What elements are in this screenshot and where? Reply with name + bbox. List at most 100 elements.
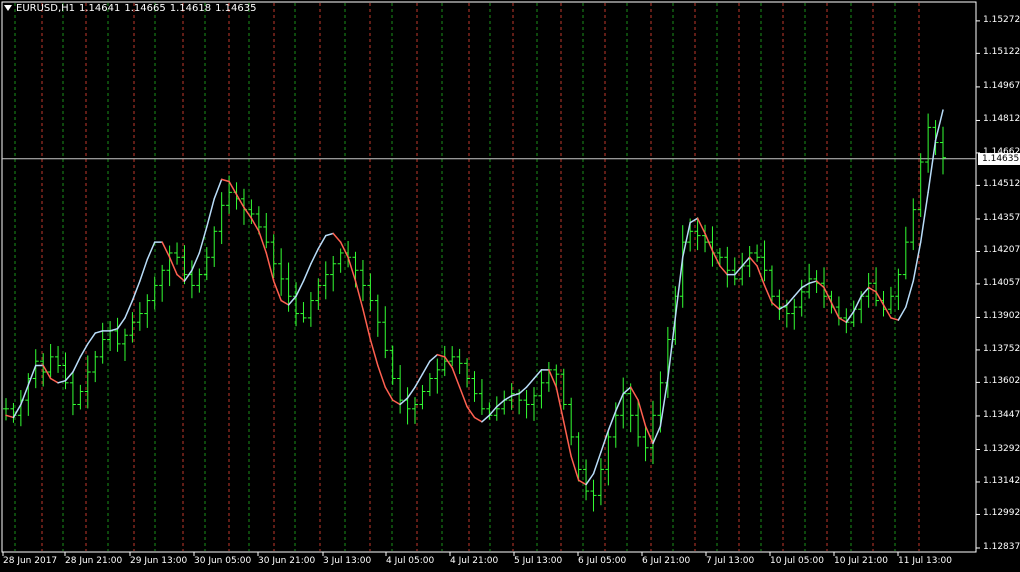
indicator-segment-up bbox=[191, 252, 201, 272]
indicator-segment-down bbox=[280, 299, 290, 306]
price-bar bbox=[382, 306, 389, 359]
indicator-segment-up bbox=[429, 353, 439, 362]
indicator-segment-up bbox=[592, 451, 602, 475]
dropdown-triangle-icon[interactable] bbox=[4, 5, 12, 11]
price-bar bbox=[114, 317, 121, 352]
x-tick-label: 10 Jul 05:00 bbox=[770, 556, 824, 566]
price-bar bbox=[620, 377, 627, 429]
price-bar bbox=[337, 248, 344, 273]
indicator-segment-up bbox=[414, 373, 424, 388]
price-bar bbox=[359, 260, 366, 302]
price-bar bbox=[449, 346, 456, 367]
indicator-segment-down bbox=[548, 369, 558, 388]
x-tick-label: 30 Jun 05:00 bbox=[194, 556, 252, 566]
indicator-segment-down bbox=[161, 241, 171, 259]
price-bar bbox=[3, 398, 9, 421]
x-tick-label: 30 Jun 21:00 bbox=[258, 556, 316, 566]
price-bar bbox=[263, 212, 270, 249]
price-bar bbox=[144, 294, 151, 328]
indicator-segment-down bbox=[250, 217, 260, 233]
indicator-segment-down bbox=[436, 353, 446, 358]
indicator-segment-down bbox=[391, 399, 401, 406]
indicator-segment-up bbox=[79, 343, 89, 358]
y-tick-label: 1.12992 bbox=[983, 508, 1020, 519]
y-tick-label: 1.13447 bbox=[983, 409, 1020, 420]
price-bar bbox=[174, 242, 181, 265]
price-bar bbox=[322, 261, 329, 300]
price-bar bbox=[426, 373, 433, 397]
indicator-segment-down bbox=[272, 280, 282, 302]
price-bar bbox=[560, 368, 567, 410]
indicator-segment-down bbox=[748, 256, 758, 267]
indicator-segment-up bbox=[652, 425, 662, 445]
indicator-segment-up bbox=[139, 258, 149, 282]
price-bar bbox=[55, 346, 62, 373]
indicator-segment-down bbox=[815, 280, 825, 289]
indicator-segment-down bbox=[444, 356, 453, 369]
indicator-segment-down bbox=[570, 455, 580, 481]
x-tick-label: 10 Jul 21:00 bbox=[834, 556, 888, 566]
indicator-segment-up bbox=[325, 232, 334, 237]
indicator-segment-down bbox=[168, 256, 178, 276]
indicator-segment-down bbox=[875, 291, 885, 306]
x-tick-label: 28 Jun 21:00 bbox=[65, 556, 123, 566]
price-bar bbox=[159, 264, 166, 302]
price-bar bbox=[568, 397, 575, 446]
indicator-segment-down bbox=[696, 217, 706, 235]
price-bar bbox=[940, 126, 946, 175]
indicator-segment-down bbox=[377, 364, 387, 388]
indicator-segment-up bbox=[667, 317, 677, 380]
indicator-segment-down bbox=[562, 421, 572, 458]
indicator-segment-up bbox=[860, 286, 870, 297]
price-bar bbox=[679, 225, 686, 308]
indicator-segment-down bbox=[243, 206, 253, 220]
indicator-segment-down bbox=[466, 405, 476, 419]
price-bar bbox=[32, 349, 39, 389]
price-bar bbox=[716, 247, 723, 267]
price-bar bbox=[47, 343, 54, 378]
indicator-segment-down bbox=[339, 241, 349, 259]
indicator-segment-up bbox=[659, 377, 669, 427]
chart-canvas[interactable] bbox=[0, 0, 1020, 572]
indicator-segment-down bbox=[258, 230, 268, 254]
price-bar bbox=[478, 379, 485, 415]
indicator-segment-down bbox=[235, 193, 245, 209]
indicator-segment-up bbox=[20, 384, 30, 406]
indicator-segment-up bbox=[912, 241, 922, 282]
indicator-segment-up bbox=[87, 332, 96, 345]
indicator-segment-up bbox=[905, 280, 915, 308]
x-tick-label: 5 Jul 13:00 bbox=[514, 556, 563, 566]
price-bar bbox=[404, 387, 411, 425]
y-tick-label: 1.14207 bbox=[983, 245, 1020, 256]
y-tick-label: 1.14357 bbox=[983, 212, 1020, 223]
indicator-segment-up bbox=[64, 371, 74, 382]
x-tick-label: 7 Jul 13:00 bbox=[706, 556, 755, 566]
y-tick-label: 1.15272 bbox=[983, 14, 1020, 25]
price-bar bbox=[196, 268, 203, 293]
indicator-segment-down bbox=[577, 479, 587, 486]
indicator-segment-up bbox=[310, 247, 320, 265]
indicator-segment-down bbox=[362, 308, 372, 341]
indicator-segment-up bbox=[897, 306, 907, 321]
indicator-segment-up bbox=[183, 269, 193, 282]
x-tick-label: 6 Jul 21:00 bbox=[642, 556, 691, 566]
indicator-segment-up bbox=[585, 472, 595, 486]
price-bar bbox=[776, 289, 783, 320]
price-bar bbox=[330, 255, 337, 292]
indicator-segment-up bbox=[808, 280, 818, 285]
price-bar bbox=[873, 267, 880, 307]
price-bar bbox=[389, 345, 396, 385]
indicator-segment-up bbox=[607, 410, 617, 432]
price-bar bbox=[456, 348, 463, 375]
indicator-segment-up bbox=[124, 299, 134, 319]
y-tick-label: 1.15122 bbox=[983, 47, 1020, 58]
indicator-segment-down bbox=[220, 178, 230, 183]
indicator-segment-up bbox=[615, 392, 624, 412]
indicator-segment-up bbox=[786, 295, 796, 306]
indicator-segment-up bbox=[533, 369, 543, 380]
y-tick-label: 1.14812 bbox=[983, 114, 1020, 125]
indicator-segment-up bbox=[734, 265, 743, 276]
y-tick-label: 1.13142 bbox=[983, 475, 1020, 486]
indicator-segment-up bbox=[793, 286, 803, 297]
indicator-segment-up bbox=[518, 386, 528, 395]
